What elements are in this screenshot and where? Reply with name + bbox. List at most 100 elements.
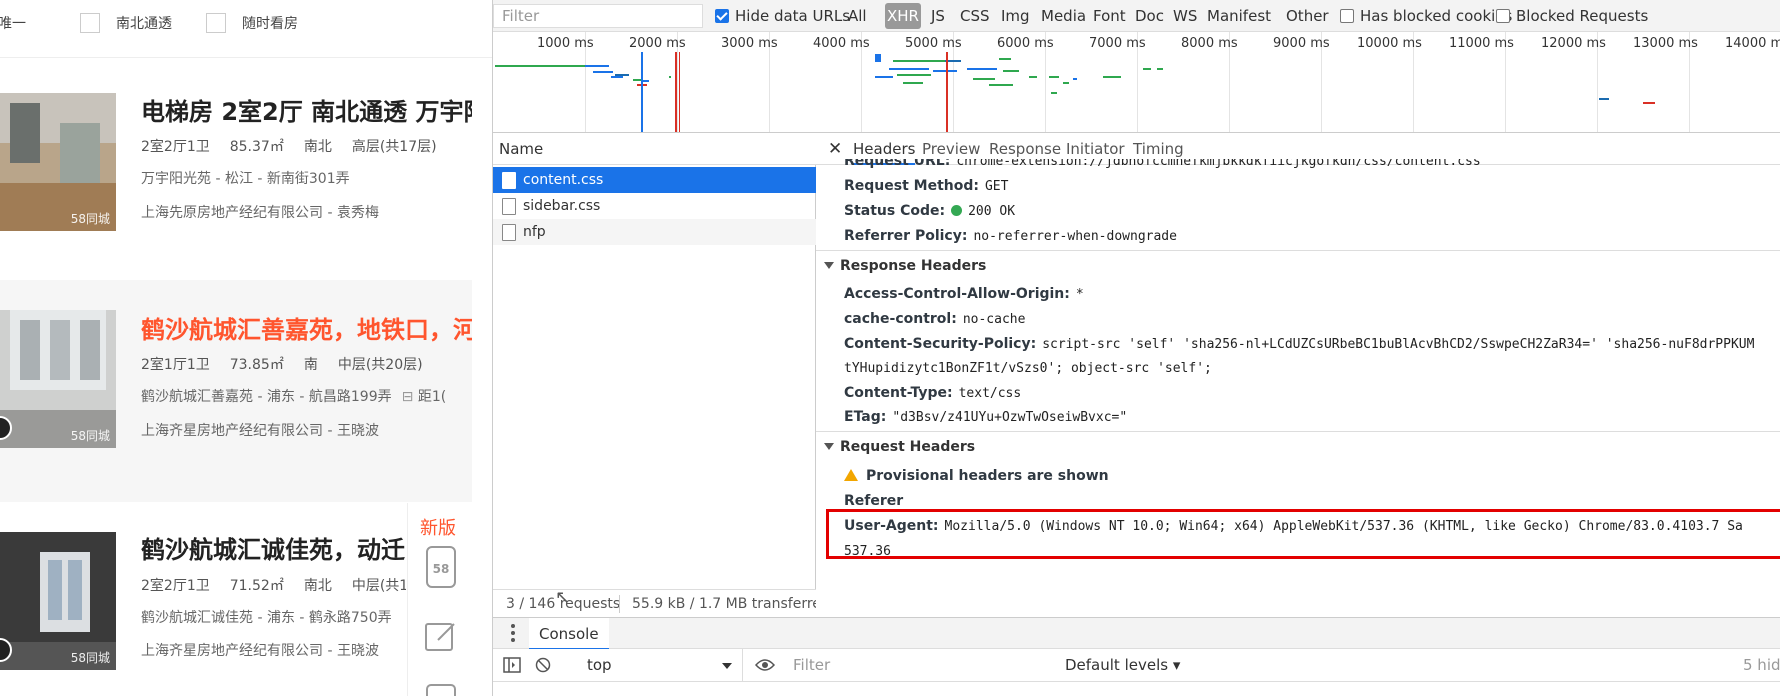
divider bbox=[816, 431, 1780, 432]
listing-layout: 2室2厅1卫 bbox=[141, 578, 210, 594]
checkbox-label: Blocked Requests bbox=[1516, 7, 1649, 25]
listing-orientation: 南北 bbox=[303, 578, 332, 594]
timeline-tick-label: 5000 ms bbox=[905, 36, 962, 51]
context-select[interactable]: top bbox=[583, 649, 743, 682]
type-filter-img[interactable]: Img bbox=[1001, 0, 1030, 32]
listing-floor: 中层(共1 bbox=[351, 578, 406, 594]
filter-checkbox[interactable] bbox=[80, 13, 100, 33]
listing-agent: 上海先原房地产经纪有限公司 - 袁秀梅 bbox=[141, 205, 379, 221]
header-key: Content-Type: bbox=[844, 385, 953, 401]
eye-icon[interactable] bbox=[754, 658, 776, 676]
close-icon[interactable]: ✕ bbox=[828, 133, 842, 165]
tab-console[interactable]: Console bbox=[529, 618, 609, 650]
type-filter-js[interactable]: JS bbox=[931, 0, 945, 32]
hide-data-urls-checkbox[interactable]: Hide data URLs bbox=[715, 0, 850, 32]
network-filter-input[interactable]: Filter bbox=[493, 4, 703, 28]
listing-layout: 2室2厅1卫 bbox=[141, 139, 210, 155]
listing-address[interactable]: 鹤沙航城汇诚佳苑 - 浦东 - 鹤永路750弄 bbox=[141, 607, 406, 627]
timeline-tick-label: 12000 ms bbox=[1541, 36, 1606, 51]
header-key: Referer bbox=[844, 493, 904, 509]
status-ok-icon bbox=[951, 205, 963, 216]
feedback-edit-icon[interactable] bbox=[424, 620, 458, 654]
dom-content-loaded-line bbox=[641, 52, 643, 132]
checkbox-icon[interactable] bbox=[1340, 9, 1354, 23]
header-row-request-method: Request Method: GET bbox=[844, 178, 1780, 194]
type-filter-ws[interactable]: WS bbox=[1173, 0, 1197, 32]
listing-thumbnail[interactable]: 58同城 bbox=[0, 310, 116, 448]
waterfall-bar bbox=[933, 70, 957, 72]
header-row: Content-Type: text/css bbox=[844, 385, 1780, 401]
console-filter-input[interactable]: Filter bbox=[787, 653, 1025, 678]
section-request-headers[interactable]: Request Headers bbox=[816, 439, 1780, 455]
filter-option-unique[interactable]: 唯一 bbox=[0, 13, 26, 33]
header-row-request-url: Request URL: chrome-extension://jdbnofccm… bbox=[844, 159, 1780, 173]
filter-option-viewing[interactable]: 随时看房 bbox=[206, 13, 298, 33]
column-header-name[interactable]: Name bbox=[493, 133, 816, 165]
listing-meta: 2室1厅1卫 73.85㎡ 南 中层(共20层) bbox=[141, 354, 472, 374]
request-row[interactable]: sidebar.css bbox=[493, 193, 816, 219]
request-row[interactable]: content.css bbox=[493, 167, 816, 193]
waterfall-bar bbox=[989, 84, 1013, 86]
type-filter-xhr[interactable]: XHR bbox=[885, 3, 921, 29]
load-event-line bbox=[675, 52, 677, 132]
type-filter-manifest[interactable]: Manifest bbox=[1207, 0, 1271, 32]
listing-orientation: 南北 bbox=[303, 139, 332, 155]
type-filter-all[interactable]: All bbox=[848, 0, 867, 32]
listing-address-text[interactable]: 鹤沙航城汇善嘉苑 - 浦东 - 航昌路199弄 bbox=[141, 389, 392, 405]
waterfall-bar bbox=[999, 58, 1011, 60]
load-event-line bbox=[946, 52, 948, 132]
checkbox-label: Hide data URLs bbox=[735, 7, 851, 25]
type-filter-font[interactable]: Font bbox=[1093, 0, 1126, 32]
header-key: ETag: bbox=[844, 409, 887, 425]
checkbox-icon[interactable] bbox=[1496, 9, 1510, 23]
listing-title[interactable]: 鹤沙航城汇诚佳苑，动迁 bbox=[141, 530, 406, 565]
chat-icon[interactable] bbox=[424, 682, 458, 696]
type-filter-css[interactable]: CSS bbox=[960, 0, 990, 32]
waterfall-bar bbox=[495, 65, 585, 67]
network-timeline-overview[interactable]: 1000 ms 2000 ms 3000 ms 4000 ms 5000 ms … bbox=[493, 32, 1780, 133]
timeline-tick-label: 8000 ms bbox=[1181, 36, 1238, 51]
filter-checkbox[interactable] bbox=[206, 13, 226, 33]
timeline-tick-label: 14000 ms bbox=[1725, 36, 1780, 51]
listing-distance: 距1( bbox=[417, 389, 447, 405]
listing-area: 73.85㎡ bbox=[229, 357, 284, 373]
log-levels-dropdown[interactable]: Default levels ▾ bbox=[1065, 649, 1180, 682]
filter-option-north-south[interactable]: 南北通透 bbox=[80, 13, 172, 33]
has-blocked-cookies-checkbox[interactable]: Has blocked cookies bbox=[1340, 0, 1512, 32]
listing-title[interactable]: 鹤沙航城汇善嘉苑，地铁口，河 bbox=[141, 310, 472, 345]
type-filter-other[interactable]: Other bbox=[1286, 0, 1329, 32]
expand-triangle-icon[interactable] bbox=[824, 443, 834, 450]
waterfall-bar bbox=[669, 76, 671, 78]
new-version-link[interactable]: 新版 bbox=[420, 514, 456, 540]
context-value: top bbox=[587, 656, 612, 674]
waterfall-bar bbox=[611, 76, 623, 78]
listing-page: 唯一 南北通透 随时看房 58同城 电梯房 2室2厅 南北通透 万宇阳 2室2厅… bbox=[0, 0, 492, 696]
sidebar-toggle-icon[interactable] bbox=[503, 657, 521, 677]
checkbox-checked-icon[interactable] bbox=[715, 9, 729, 23]
listing-title[interactable]: 电梯房 2室2厅 南北通透 万宇阳 bbox=[141, 92, 472, 127]
type-filter-doc[interactable]: Doc bbox=[1135, 0, 1164, 32]
expand-triangle-icon[interactable] bbox=[824, 262, 834, 269]
drawer-menu-icon[interactable] bbox=[511, 624, 515, 642]
listing-thumbnail[interactable]: 58同城 bbox=[0, 532, 116, 670]
request-name: content.css bbox=[523, 172, 604, 188]
listing-address[interactable]: 万宇阳光苑 - 松江 - 新南街301弄 bbox=[141, 168, 472, 188]
header-key: Content-Security-Policy: bbox=[844, 336, 1037, 352]
listing-thumbnail[interactable]: 58同城 bbox=[0, 93, 116, 231]
header-value: 200 OK bbox=[968, 204, 1016, 219]
header-value: script-src 'self' 'sha256-nl+LCdUZCsURbe… bbox=[1042, 337, 1755, 352]
clear-console-icon[interactable] bbox=[535, 657, 551, 677]
timeline-tick-label: 7000 ms bbox=[1089, 36, 1146, 51]
waterfall-bar bbox=[889, 68, 929, 70]
warning-icon bbox=[844, 469, 858, 481]
load-event-line bbox=[679, 52, 680, 132]
mobile-app-icon[interactable]: 58 bbox=[424, 546, 458, 588]
blocked-requests-checkbox[interactable]: Blocked Requests bbox=[1496, 0, 1648, 32]
header-row: ETag: "d3Bsv/z41UYu+OzwTwOseiwBvxc=" bbox=[844, 409, 1780, 425]
console-toolbar: top Filter Default levels ▾ 5 hid bbox=[493, 649, 1780, 682]
type-filter-media[interactable]: Media bbox=[1041, 0, 1086, 32]
listing-agent: 上海齐星房地产经纪有限公司 - 王晓波 bbox=[141, 423, 379, 439]
header-row-referrer-policy: Referrer Policy: no-referrer-when-downgra… bbox=[844, 228, 1780, 244]
section-response-headers[interactable]: Response Headers bbox=[816, 258, 1780, 274]
request-row[interactable]: nfp bbox=[493, 219, 816, 245]
